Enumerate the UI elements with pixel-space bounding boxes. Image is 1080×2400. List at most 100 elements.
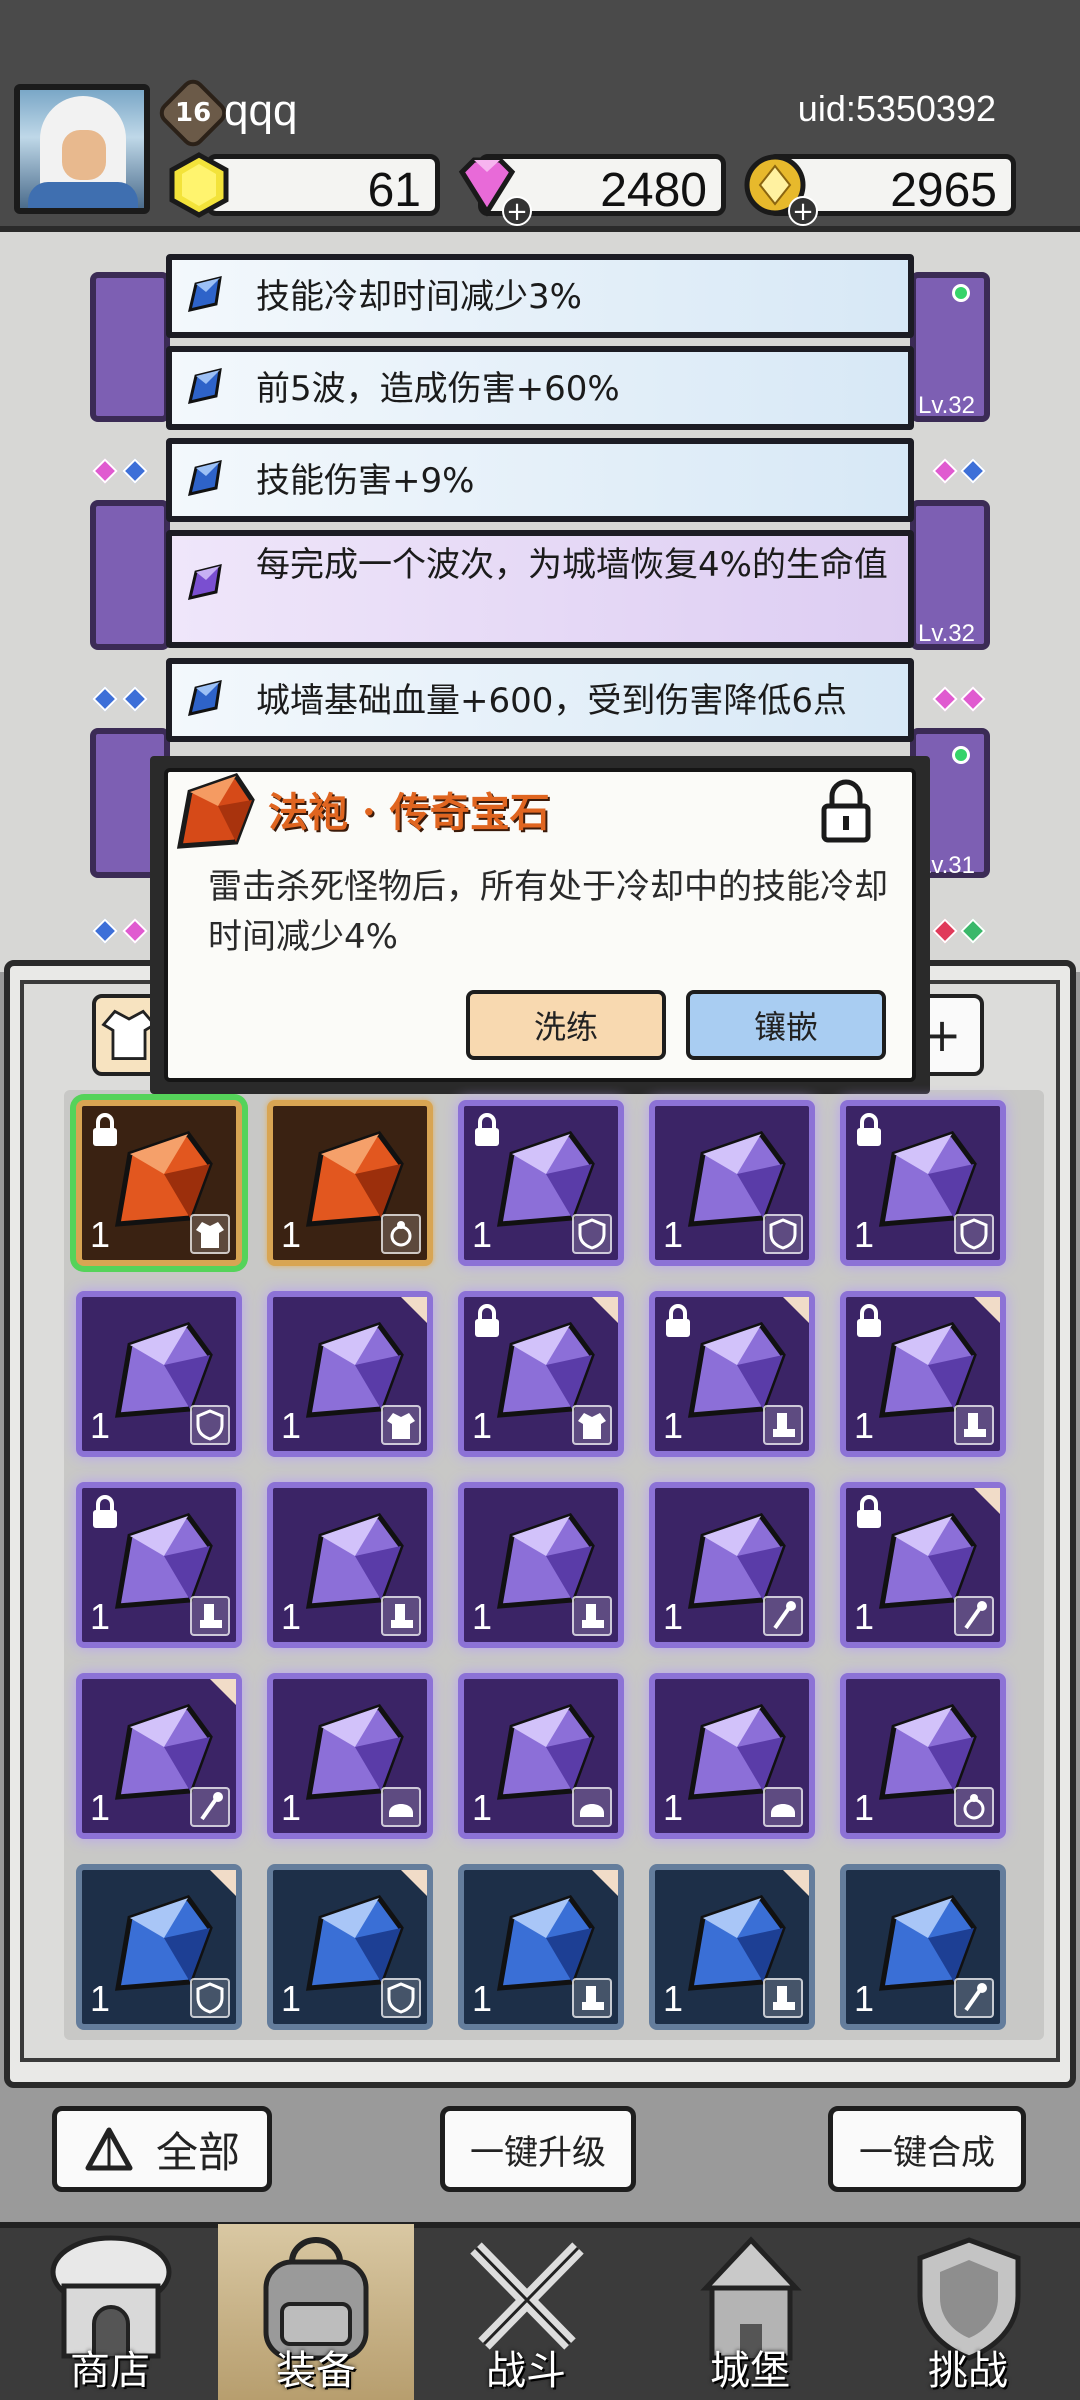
shield-type-icon [572,1214,612,1254]
player-avatar[interactable] [14,84,150,214]
gem-slot[interactable]: 1 [458,1100,624,1266]
gem-count: 1 [281,1405,302,1446]
equipment-slot[interactable] [90,500,170,650]
lock-icon [93,1495,117,1528]
skill-entry: 技能伤害+9% [166,438,914,522]
gem-slot[interactable]: 1 [649,1482,815,1648]
ready-indicator [952,746,970,764]
ring-type-icon [381,1214,421,1254]
skill-text: 技能冷却时间减少3% [256,277,582,317]
one-click-upgrade-button[interactable]: 一键升级 [440,2106,636,2192]
shield-type-icon [381,1978,421,2018]
gem-slot[interactable]: 1 [840,1100,1006,1266]
skill-entry: 每完成一个波次，为城墙恢复4%的生命值 [166,530,914,648]
blue-gem-icon [187,679,222,717]
ready-indicator [952,284,970,302]
nav-battle-label: 战斗 [486,2348,566,2394]
gem-slot[interactable]: 1 [840,1673,1006,1839]
gem-slot[interactable]: 1 [76,1482,242,1648]
gem-count: 1 [663,1405,684,1446]
blue-gem-icon [187,275,222,313]
gem-slot[interactable]: 1 [267,1482,433,1648]
skill-text: 技能伤害+9% [256,461,475,501]
nav-shop[interactable]: 商店 [12,2224,208,2400]
filter-all-button[interactable]: 全部 [52,2106,272,2192]
helmet-type-icon [763,1787,803,1827]
new-corner-marker [783,1870,809,1896]
gem-count: 1 [90,1214,111,1255]
gold-coin-value: 2965 [890,164,997,217]
lock-icon [857,1304,881,1337]
nav-challenge[interactable]: 挑战 [870,2224,1066,2400]
one-click-merge-button[interactable]: 一键合成 [828,2106,1026,2192]
lock-icon [93,1113,117,1146]
add-diamond-button[interactable]: + [502,196,532,226]
boot-type-icon [954,1405,994,1445]
shield-type-icon [190,1405,230,1445]
purple-gem-icon [187,563,222,601]
gem-slot[interactable]: 1 [649,1100,815,1266]
gem-count: 1 [281,1596,302,1637]
gem-slot[interactable]: 1 [76,1100,242,1266]
gem-count: 1 [854,1214,875,1255]
gem-slot[interactable]: 1 [840,1482,1006,1648]
gem-slot[interactable]: 1 [458,1482,624,1648]
new-corner-marker [210,1679,236,1705]
gem-count: 1 [472,1978,493,2019]
gem-slot[interactable]: 1 [76,1673,242,1839]
gem-slot[interactable]: 1 [76,1291,242,1457]
legendary-gem-icon [176,773,255,849]
gem-slot[interactable]: 1 [267,1864,433,2030]
nav-castle[interactable]: 城堡 [652,2224,848,2400]
new-corner-marker [974,1488,1000,1514]
gem-slot[interactable]: 1 [267,1673,433,1839]
staff-type-icon [954,1978,994,2018]
nav-shop-label: 商店 [70,2348,150,2394]
inlay-button[interactable]: 镶嵌 [686,990,886,1060]
helmet-type-icon [381,1787,421,1827]
blue-gem-icon [187,459,222,497]
lock-icon [857,1495,881,1528]
lock-icon [475,1304,499,1337]
new-corner-marker [974,1297,1000,1323]
gem-slot[interactable]: 1 [649,1291,815,1457]
gem-count: 1 [854,1787,875,1828]
lock-icon [857,1113,881,1146]
gold-crystal-value: 61 [367,164,421,217]
gem-count: 1 [281,1787,302,1828]
add-coin-button[interactable]: + [788,196,818,226]
gem-slot[interactable]: 1 [840,1291,1006,1457]
boot-type-icon [190,1596,230,1636]
boot-type-icon [572,1596,612,1636]
equipment-slot[interactable] [90,272,170,422]
nav-castle-label: 城堡 [710,2348,790,2394]
popup-description: 雷击杀死怪物后，所有处于冷却中的技能冷却时间减少4% [208,867,888,957]
gem-slot[interactable]: 1 [649,1864,815,2030]
gem-slot[interactable]: 1 [840,1864,1006,2030]
gem-slot[interactable]: 1 [76,1864,242,2030]
gem-count: 1 [90,1787,111,1828]
triangle-filter-icon [85,2127,133,2171]
gem-slot[interactable]: 1 [458,1673,624,1839]
nav-equipment[interactable]: 装备 [218,2224,414,2400]
diamond-value: 2480 [600,164,707,217]
skill-entry: 城墙基础血量+600，受到伤害降低6点 [166,658,914,742]
gem-count: 1 [854,1978,875,2019]
gem-slot[interactable]: 1 [649,1673,815,1839]
new-corner-marker [592,1870,618,1896]
shield-type-icon [954,1214,994,1254]
robe-type-icon [381,1405,421,1445]
skill-text: 城墙基础血量+600，受到伤害降低6点 [256,681,848,721]
gem-count: 1 [663,1787,684,1828]
nav-battle[interactable]: 战斗 [428,2224,624,2400]
skill-entry: 技能冷却时间减少3% [166,254,914,338]
gem-slot[interactable]: 1 [458,1291,624,1457]
gem-slot[interactable]: 1 [458,1864,624,2030]
player-name: qqq [224,86,298,135]
gem-slot[interactable]: 1 [267,1100,433,1266]
robe-type-icon [190,1214,230,1254]
refine-button[interactable]: 洗练 [466,990,666,1060]
padlock-icon[interactable] [818,776,874,846]
gem-slot[interactable]: 1 [267,1291,433,1457]
gem-count: 1 [663,1978,684,2019]
